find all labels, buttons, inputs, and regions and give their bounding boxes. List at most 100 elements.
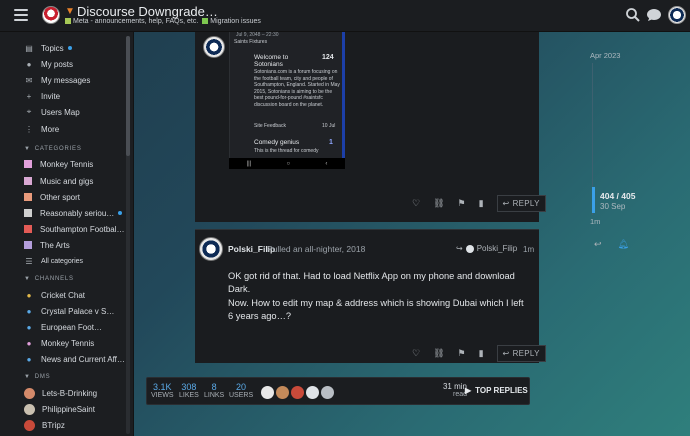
timeline-handle[interactable] [592, 187, 595, 213]
bookmark-icon[interactable]: ▮ [479, 348, 484, 359]
channels-heading[interactable]: ▼ CHANNELS [24, 276, 74, 282]
sidebar-dm-philippinesaint[interactable]: PhilippineSaint [24, 402, 95, 416]
chevron-down-icon: ▼ [24, 146, 31, 152]
chat-icon: ● [26, 338, 32, 348]
sidebar-item-more[interactable]: ⋮ More [24, 122, 59, 136]
post-paragraph: OK got rid of that. Had to load Netflix … [228, 271, 515, 294]
avatar[interactable] [199, 237, 223, 261]
sidebar-scroll-thumb[interactable] [126, 36, 130, 156]
avatar [465, 244, 474, 253]
screenshot-welcome-count: 124 [322, 54, 334, 61]
sidebar-channel-crystal-palace[interactable]: ● Crystal Palace v S… [24, 304, 115, 318]
sidebar-item-my-posts[interactable]: ● My posts [24, 57, 73, 71]
link-icon[interactable]: ⛓ [433, 198, 444, 209]
sidebar-category-reasonably-serious[interactable]: Reasonably seriou… [24, 206, 123, 220]
site-logo[interactable] [42, 6, 60, 24]
screenshot-welcome-body: Sotonians.com is a forum focusing on the… [254, 69, 340, 108]
post-actions: ♡ ⛓ ⚑ ▮ ↩ REPLY [412, 195, 546, 212]
participant-avatars [261, 386, 334, 399]
stat-views: 3.1K VIEWS [151, 382, 174, 399]
link-icon[interactable]: ⛓ [433, 348, 444, 359]
sidebar-item-invite[interactable]: + Invite [24, 89, 60, 103]
sidebar-channel-cricket[interactable]: ● Cricket Chat [24, 288, 85, 302]
list-icon: ☰ [25, 256, 33, 266]
topic-stats-bar: 3.1K VIEWS 308 LIKES 8 LINKS 20 USERS 31 min… [146, 377, 530, 405]
cricket-icon: ● [26, 290, 32, 300]
phone-nav-bar: ||| ○ ‹ [229, 158, 345, 169]
avatar[interactable] [306, 386, 319, 399]
avatar [24, 387, 35, 399]
avatar[interactable] [321, 386, 334, 399]
stat-users: 20 USERS [229, 382, 254, 399]
post-user-title: Pulled an all-nighter, 2018 [267, 244, 366, 254]
sidebar-category-monkey-tennis[interactable]: Monkey Tennis [24, 157, 93, 171]
post-image-screenshot[interactable]: Jul 9, 2048 – 22:30 Saints Fixtures Welc… [203, 32, 345, 169]
like-icon[interactable]: ♡ [412, 348, 420, 359]
avatar[interactable] [668, 6, 686, 24]
header-category-list: Meta - announcements, help, FAQs, etc. M… [65, 18, 261, 25]
sidebar-dm-lets-b-drinking[interactable]: Lets-B-Drinking [24, 386, 97, 400]
dms-heading[interactable]: ▼ DMS [24, 374, 50, 380]
sidebar-category-other-sport[interactable]: Other sport [24, 190, 80, 204]
like-icon[interactable]: ♡ [412, 198, 420, 209]
reply-icon: ↩ [502, 349, 510, 358]
category-badge-migration[interactable]: Migration issues [202, 18, 261, 25]
chevron-down-icon: ▼ [24, 276, 31, 282]
ellipsis-icon: ⋮ [25, 124, 33, 134]
sidebar-category-southampton[interactable]: Southampton Footbal… [24, 222, 125, 236]
sidebar-dm-btripz[interactable]: BTripz [24, 418, 65, 432]
avatar[interactable] [276, 386, 289, 399]
screenshot-welcome-date: 10 Jul [322, 123, 336, 129]
chat-icon[interactable] [646, 7, 662, 23]
sidebar-item-topics[interactable]: ▤ Topics [24, 41, 72, 55]
chat-icon: ● [26, 354, 32, 364]
chevron-down-icon: ▼ [24, 374, 31, 380]
chat-icon: ● [26, 322, 32, 332]
avatar[interactable] [291, 386, 304, 399]
screenshot-comedy-title: Comedy genius [254, 139, 300, 146]
flag-icon[interactable]: ⚑ [458, 348, 466, 359]
reply-icon[interactable]: ↩ [594, 239, 602, 250]
avatar [24, 419, 35, 431]
screenshot-subcategory: Saints Fixtures [234, 39, 268, 45]
menu-icon[interactable] [14, 9, 28, 21]
read-time: 31 min read [442, 382, 467, 398]
club-crest-image [203, 36, 225, 58]
reply-to-link[interactable]: ↪ Polski_Filip [456, 244, 517, 253]
sidebar-channel-monkey-tennis[interactable]: ● Monkey Tennis [24, 336, 95, 350]
screenshot-welcome-tag: Site Feedback [254, 123, 286, 129]
bookmark-icon[interactable]: ▮ [479, 198, 484, 209]
sidebar-all-categories[interactable]: ☰ All categories [24, 254, 83, 268]
stat-links[interactable]: 8 LINKS [204, 382, 224, 399]
timeline-end[interactable]: 1m [590, 217, 600, 226]
avatar [24, 403, 35, 415]
timeline-start-date[interactable]: Apr 2023 [590, 51, 620, 60]
bell-icon[interactable]: 🔔︎ [618, 239, 629, 250]
category-badge-meta[interactable]: Meta - announcements, help, FAQs, etc. [65, 18, 198, 25]
avatar[interactable] [261, 386, 274, 399]
person-icon: ● [26, 59, 32, 69]
sidebar: ▤ Topics ● My posts ✉ My messages + Invite ⌖… [0, 32, 134, 436]
screenshot-date: Jul 9, 2048 – 22:30 [236, 32, 279, 38]
reply-arrow-icon: ↪ [456, 244, 463, 253]
reply-button[interactable]: ↩ REPLY [496, 345, 546, 362]
timeline-controls: ↩ 🔔︎ [594, 239, 629, 250]
screenshot-welcome-title: Welcome to Sotonians [254, 54, 289, 68]
post-time[interactable]: 1m [523, 245, 534, 254]
search-icon[interactable] [625, 7, 641, 23]
topic-title[interactable]: Discourse Downgrade… [77, 4, 218, 19]
screenshot-comedy-body: This is the thread for comedy [254, 148, 319, 154]
timeline-position: 404 / 405 [600, 191, 636, 201]
reply-button[interactable]: ↩ REPLY [496, 195, 546, 212]
categories-heading[interactable]: ▼ CATEGORIES [24, 146, 82, 152]
sidebar-category-the-arts[interactable]: The Arts [24, 238, 70, 252]
screenshot-comedy-count: 1 [329, 139, 333, 146]
flag-icon[interactable]: ⚑ [458, 198, 466, 209]
sidebar-channel-news[interactable]: ● News and Current Aff… [24, 352, 125, 366]
sidebar-item-users-map[interactable]: ⌖ Users Map [24, 105, 80, 119]
sidebar-item-my-messages[interactable]: ✉ My messages [24, 73, 91, 87]
sidebar-category-music[interactable]: Music and gigs [24, 174, 93, 188]
firefox-icon: ▼ [65, 6, 75, 17]
sidebar-channel-european-football[interactable]: ● European Foot… [24, 320, 102, 334]
top-replies-button[interactable]: ▶ TOP REPLIES [465, 386, 528, 395]
